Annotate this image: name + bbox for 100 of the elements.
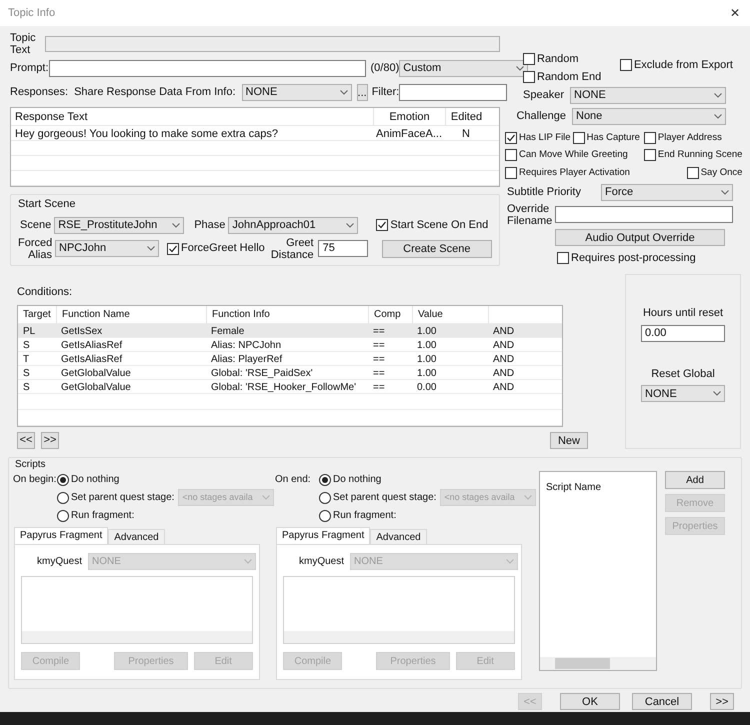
- dropdown[interactable]: Custom: [399, 60, 528, 77]
- scrollbar[interactable]: [540, 657, 656, 670]
- input-field[interactable]: 75: [318, 240, 368, 257]
- table-row[interactable]: S GetGlobalValue Global: 'RSE_PaidSex' == 1.00 AND: [18, 366, 562, 380]
- table-cell-text: 1.00: [416, 338, 438, 353]
- label: Reset Global: [651, 366, 715, 382]
- checkbox[interactable]: [620, 59, 632, 72]
- scrollbar[interactable]: [22, 631, 252, 644]
- label: (0/80): [370, 61, 400, 76]
- dropdown[interactable]: RSE_ProstituteJohn: [54, 216, 184, 234]
- caret-icon: [244, 559, 252, 564]
- input-field[interactable]: [48, 60, 366, 77]
- dropdown[interactable]: Force: [601, 184, 733, 201]
- input-field[interactable]: 0.00: [641, 324, 725, 342]
- checkbox[interactable]: [523, 70, 535, 83]
- table-cell-text: GetGlobalValue: [60, 380, 132, 395]
- tab[interactable]: Papyrus Fragment: [14, 527, 108, 544]
- label: Start Scene: [18, 197, 76, 212]
- table-cell-text: ==: [372, 324, 386, 339]
- checkmark-icon: [168, 244, 178, 254]
- checkbox[interactable]: [644, 132, 656, 144]
- radio-label: Do nothing: [71, 473, 120, 488]
- label: Hours until reset: [642, 306, 724, 322]
- table-cell-text: AND: [492, 352, 516, 367]
- checkbox[interactable]: [572, 132, 585, 144]
- button[interactable]: Add: [665, 471, 725, 490]
- checkbox-label: Requires post-processing: [571, 250, 696, 266]
- checkbox-label: Random End: [537, 70, 602, 84]
- table-cell-text: AND: [492, 366, 516, 381]
- caret-icon: [524, 495, 532, 500]
- table-cell-text: GetIsAliasRef: [60, 338, 124, 353]
- button[interactable]: >>: [41, 432, 59, 449]
- column-header[interactable]: Response Text: [11, 108, 373, 126]
- checkbox[interactable]: [557, 252, 569, 264]
- button[interactable]: Audio Output Override: [555, 228, 725, 246]
- label: On end:: [275, 473, 312, 488]
- button[interactable]: OK: [560, 693, 620, 710]
- checkbox[interactable]: [505, 166, 517, 179]
- checkbox[interactable]: [644, 149, 656, 162]
- checkbox-label: Has LIP File: [519, 131, 571, 145]
- caret-icon: [262, 495, 270, 500]
- table-cell-text: Global: 'RSE_Hooker_FollowMe': [210, 380, 357, 395]
- radio-button[interactable]: [319, 492, 331, 504]
- tab[interactable]: Advanced: [370, 529, 427, 544]
- label: Forced Alias: [18, 236, 52, 260]
- tab[interactable]: Advanced: [108, 529, 165, 544]
- button[interactable]: Cancel: [632, 693, 692, 710]
- label: Subtitle Priority: [507, 185, 581, 200]
- checkbox[interactable]: [505, 149, 517, 162]
- dropdown[interactable]: NPCJohn: [55, 240, 159, 257]
- dropdown[interactable]: JohnApproach01: [228, 216, 358, 234]
- table-cell-text: PL: [22, 324, 36, 339]
- input-field[interactable]: [399, 84, 508, 101]
- radio-button[interactable]: [319, 474, 331, 486]
- table-row[interactable]: T GetIsAliasRef Alias: PlayerRef == 1.00 AND: [18, 352, 562, 366]
- table-cell-text: Alias: NPCJohn: [210, 338, 282, 353]
- radio-button[interactable]: [57, 474, 69, 486]
- column-header[interactable]: Emotion: [373, 108, 445, 126]
- radio-button[interactable]: [57, 510, 69, 522]
- checkbox[interactable]: [523, 53, 535, 66]
- button[interactable]: <<: [17, 432, 35, 449]
- radio-button[interactable]: [319, 510, 331, 522]
- radio-label: Do nothing: [333, 473, 382, 488]
- table-cell-text: Hey gorgeous! You looking to make some extra caps?: [14, 127, 279, 142]
- input-field[interactable]: [555, 206, 733, 224]
- table-row[interactable]: S GetGlobalValue Global: 'RSE_Hooker_FollowMe' == 0.00 AND: [18, 380, 562, 394]
- table-row[interactable]: PL GetIsSex Female == 1.00 AND: [18, 324, 562, 338]
- dropdown[interactable]: NONE: [242, 84, 352, 101]
- radio-label: Set parent quest stage:: [71, 491, 174, 506]
- radio-button[interactable]: [57, 492, 69, 504]
- checkbox[interactable]: [686, 166, 699, 179]
- radio-label: Set parent quest stage:: [333, 491, 436, 506]
- script-list[interactable]: Script Name: [539, 471, 657, 672]
- input-field[interactable]: [45, 36, 500, 52]
- label: On begin:: [13, 473, 57, 488]
- button[interactable]: New: [550, 432, 588, 449]
- label: kmyQuest: [299, 555, 344, 570]
- dropdown[interactable]: NONE: [570, 87, 726, 104]
- scrollbar[interactable]: [284, 631, 514, 644]
- table-cell-text: GetIsSex: [60, 324, 104, 339]
- table-cell-text: S: [22, 338, 31, 353]
- checkbox[interactable]: [167, 242, 179, 254]
- button[interactable]: >>: [710, 693, 734, 710]
- close-button[interactable]: ✕: [730, 4, 740, 22]
- button[interactable]: ...: [356, 84, 368, 101]
- checkbox[interactable]: [505, 132, 517, 144]
- checkbox-label: End Running Scene: [658, 148, 742, 162]
- column-header[interactable]: Target: [18, 306, 56, 324]
- tab[interactable]: Papyrus Fragment: [276, 527, 370, 544]
- checkbox[interactable]: [376, 219, 388, 231]
- table-cell-text: 0.00: [416, 380, 438, 395]
- checkbox-label: Has Capture: [586, 131, 640, 145]
- column-header[interactable]: Script Name: [540, 472, 656, 496]
- dropdown[interactable]: None: [572, 108, 726, 125]
- dropdown[interactable]: NONE: [641, 385, 725, 402]
- checkmark-icon: [377, 220, 388, 230]
- caret-icon: [516, 66, 524, 71]
- column-header[interactable]: Edited: [445, 108, 487, 126]
- table-row[interactable]: S GetIsAliasRef Alias: NPCJohn == 1.00 AND: [18, 338, 562, 352]
- button[interactable]: Create Scene: [382, 240, 492, 258]
